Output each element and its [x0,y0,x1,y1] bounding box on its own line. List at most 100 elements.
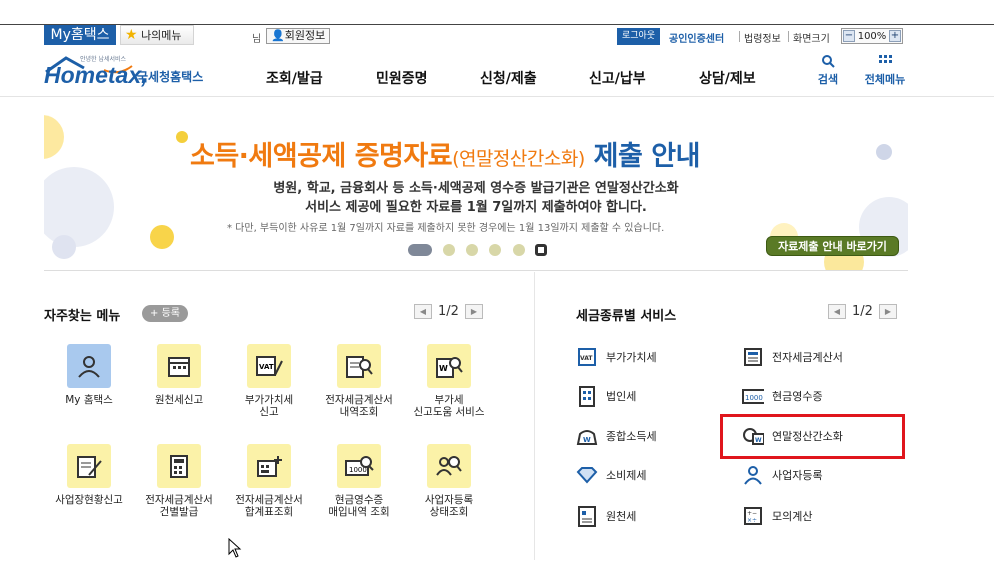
register-button[interactable]: + 등록 [142,305,188,322]
gnb-report-pay[interactable]: 신고/납부 [589,68,646,88]
tile-cash-receipt-history[interactable]: 1000 현금영수증 매입내역 조회 [314,444,404,518]
service-label: 부가가치세 [606,351,657,364]
cert-center-link[interactable]: 공인인증센터 [669,30,724,45]
grid-icon [879,55,892,63]
service-vat[interactable]: VAT 부가가치세 [576,346,657,368]
next-page-button[interactable]: ▶ [878,304,897,319]
service-mock-calculation[interactable]: +− ×÷ 모의계산 [742,505,812,527]
service-withholding-tax[interactable]: 원천세 [576,505,636,527]
service-cash-receipt[interactable]: 1000 현금영수증 [742,385,823,407]
next-page-button[interactable]: ▶ [464,304,483,319]
calculator-icon: +− ×÷ [742,505,764,527]
service-label: 모의계산 [772,510,813,523]
service-consumption-tax[interactable]: 소비제세 [576,464,646,486]
services-page: 1/2 [852,304,873,319]
tile-label: 전자세금계산서 건별발급 [145,494,213,518]
e-invoice-icon [742,346,764,368]
vat-pen-icon: VAT [247,344,291,388]
slide-dot-5[interactable] [513,244,525,256]
tile-einvoice-history[interactable]: 전자세금계산서 내역조회 [314,344,404,418]
tile-vat-report[interactable]: VAT 부가가치세 신고 [224,344,314,418]
all-menu-button[interactable]: 전체메뉴 [860,54,910,87]
tile-einvoice-issue[interactable]: 전자세금계산서 건별발급 [134,444,224,518]
banner-note: * 다만, 부득이한 사유로 1월 7일까지 자료를 제출하지 못한 경우에는 … [227,223,665,234]
pause-icon[interactable] [535,244,547,256]
document-pen-icon [67,444,111,488]
invoice-search-icon [337,344,381,388]
banner-shortcut-button[interactable]: 자료제출 안내 바로가기 [766,236,899,256]
law-info-link[interactable]: 법령정보 [744,30,781,45]
tile-my-hometax[interactable]: My 홈택스 [44,344,134,406]
logout-button[interactable]: 로그아웃 [617,28,660,45]
search-label: 검색 [817,73,839,86]
receipt-search-icon: 1000 [337,444,381,488]
service-income-tax[interactable]: W 종합소득세 [576,425,657,447]
slide-dot-4[interactable] [489,244,501,256]
prev-page-button[interactable]: ◀ [414,304,432,319]
plus-icon: + [150,308,159,319]
zoom-out-button[interactable]: − [843,30,855,42]
zoom-in-button[interactable]: + [889,30,901,42]
cash-receipt-icon: 1000 [742,385,764,407]
slide-dot-1[interactable] [408,244,432,256]
tile-label: My 홈택스 [65,394,113,406]
tile-einvoice-summary[interactable]: 전자세금계산서 합계표조회 [224,444,314,518]
service-label: 현금영수증 [772,390,823,403]
service-e-invoice[interactable]: 전자세금계산서 [742,346,843,368]
service-label: 종합소득세 [606,430,657,443]
favorites-pager: ◀ 1/2 ▶ [414,304,483,319]
person-icon [742,464,764,486]
tax-doc-icon [576,505,598,527]
calendar-icon [157,344,201,388]
vat-icon: VAT [576,346,598,368]
section-divider [534,272,535,560]
mouse-cursor-icon [228,538,242,558]
gnb-consult[interactable]: 상담/제보 [699,68,756,88]
keyboard-plus-icon [247,444,291,488]
main-banner[interactable]: 소득·세액공제 증명자료(연말정산간소화) 제출 안내 병원, 학교, 금융회사… [44,97,908,270]
zoom-control: − 100% + [841,28,903,44]
tile-label: 부가가치세 신고 [244,394,294,418]
slide-dot-3[interactable] [466,244,478,256]
my-hometax-tab[interactable]: My홈택스 [44,25,116,45]
my-menu-button[interactable]: ★ 나의메뉴 [120,25,194,45]
service-label: 사업자등록 [772,469,823,482]
w-search-icon: W [427,344,471,388]
logo-nts: 국세청홈택스 [137,70,204,84]
member-info-label: 회원정보 [284,29,326,42]
prev-page-button[interactable]: ◀ [828,304,846,319]
service-corporate-tax[interactable]: 법인세 [576,385,636,407]
tile-label: 전자세금계산서 합계표조회 [235,494,303,518]
gnb-certificate[interactable]: 민원증명 [376,68,428,88]
zoom-value: 100% [857,30,887,42]
all-menu-label: 전체메뉴 [864,73,906,86]
tile-business-status[interactable]: 사업장현황신고 [44,444,134,506]
svg-text:W: W [583,436,591,444]
user-icon [67,344,111,388]
my-menu-label: 나의메뉴 [141,29,182,42]
hometax-logo[interactable]: 안녕한 납세서비스 Hometax, 국세청홈택스 [44,54,214,94]
svg-text:VAT: VAT [580,355,593,362]
service-label: 법인세 [606,390,637,403]
gnb-inquiry[interactable]: 조회/발급 [266,68,323,88]
favorites-page: 1/2 [438,304,459,319]
banner-line-2: 서비스 제공에 필요한 자료를 1월 7일까지 제출하여야 합니다. [305,200,647,215]
search-icon [822,55,835,68]
gnb-apply[interactable]: 신청/제출 [480,68,537,88]
banner-title-main: 소득·세액공제 증명자료 [190,141,453,172]
member-info-button[interactable]: 👤회원정보 [266,28,331,44]
search-button[interactable]: 검색 [814,54,842,87]
banner-line-1: 병원, 학교, 금융회사 등 소득·세액공제 영수증 발급기관은 연말정산간소화 [273,181,679,196]
svg-text:+−: +− [747,510,757,517]
tile-vat-help[interactable]: W 부가세 신고도움 서비스 [404,344,494,418]
svg-text:VAT: VAT [259,363,274,371]
tile-withholding-report[interactable]: 원천세신고 [134,344,224,406]
person-icon: 👤 [271,29,285,42]
banner-title: 소득·세액공제 증명자료(연말정산간소화) 제출 안내 [190,134,700,173]
tile-business-reg-status[interactable]: 사업자등록 상태조회 [404,444,494,518]
service-label: 전자세금계산서 [772,351,843,364]
calculator-doc-icon [157,444,201,488]
slide-dot-2[interactable] [443,244,455,256]
service-business-registration[interactable]: 사업자등록 [742,464,823,486]
tile-label: 원천세신고 [154,394,204,406]
